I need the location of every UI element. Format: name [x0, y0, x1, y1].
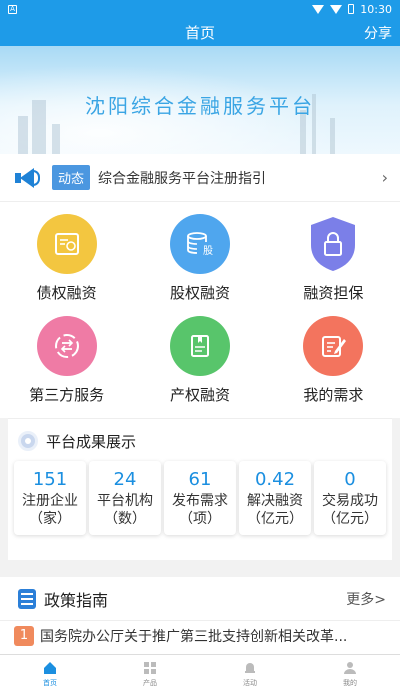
service-label: 股权融资: [169, 284, 230, 302]
equity-icon: 股: [169, 214, 230, 274]
home-icon: [44, 662, 56, 674]
news-ticker[interactable]: 动态 综合金融服务平台注册指引 ›: [0, 154, 400, 202]
service-label: 产权融资: [169, 386, 230, 404]
tab-label: 产品: [143, 679, 157, 687]
service-label: 债权融资: [36, 284, 97, 302]
service-financing-guarantee[interactable]: 融资担保: [267, 214, 400, 316]
hero-banner[interactable]: 沈阳综合金融服务平台: [0, 46, 400, 154]
stat-label: 解决融资: [247, 492, 303, 509]
status-bar: A 10:30: [0, 0, 400, 18]
megaphone-icon: [14, 165, 40, 191]
stat-label: 交易成功: [322, 492, 378, 509]
stat-card: 0 交易成功 （亿元）: [314, 461, 386, 535]
policy-list-item[interactable]: 1 国务院办公厅关于推广第三批支持创新相关改革...: [0, 621, 400, 651]
guarantee-icon: [303, 214, 363, 274]
bell-icon: [245, 663, 255, 673]
tab-home[interactable]: 首页: [0, 655, 100, 690]
news-text: 综合金融服务平台注册指引: [98, 170, 267, 187]
achievements-title: 平台成果展示: [46, 432, 137, 451]
wifi-icon: [312, 4, 325, 14]
signal-icon: [330, 4, 343, 14]
stat-card: 151 注册企业 （家）: [14, 461, 86, 535]
stat-label: 发布需求: [172, 492, 228, 509]
policy-section: 政策指南 更多> 1 国务院办公厅关于推广第三批支持创新相关改革...: [0, 577, 400, 655]
share-button[interactable]: 分享: [364, 23, 392, 43]
tab-label: 首页: [43, 679, 57, 687]
service-property-financing[interactable]: 产权融资: [133, 316, 266, 418]
page-title: 首页: [184, 23, 215, 42]
service-my-demand[interactable]: 我的需求: [267, 316, 400, 418]
services-grid: 债权融资 股 股权融资 融资担保 第三方服务 产权融资 我的需求: [0, 202, 400, 418]
tab-profile[interactable]: 我的: [300, 655, 400, 690]
user-icon: [344, 662, 356, 674]
service-debt-financing[interactable]: 债权融资: [0, 214, 133, 316]
stat-label: 注册企业: [22, 492, 78, 509]
policy-header: 政策指南 更多>: [0, 577, 400, 621]
banner-building: [330, 118, 335, 154]
property-icon: [169, 316, 230, 376]
tab-products[interactable]: 产品: [100, 655, 200, 690]
demand-icon: [303, 316, 364, 376]
list-icon: [18, 588, 36, 609]
stat-unit: （项）: [179, 510, 221, 527]
service-equity-financing[interactable]: 股 股权融资: [133, 214, 266, 316]
clock: 10:30: [360, 2, 392, 16]
grid-icon: [144, 662, 156, 674]
stat-unit: （亿元）: [322, 510, 378, 527]
stat-value: 0: [344, 468, 356, 490]
tab-label: 活动: [243, 679, 257, 687]
service-third-party[interactable]: 第三方服务: [0, 316, 133, 418]
nav-bar: 首页 分享: [0, 18, 400, 46]
service-label: 融资担保: [303, 284, 364, 302]
banner-building: [18, 116, 28, 154]
bottom-tab-bar: 首页 产品 活动 我的: [0, 654, 400, 690]
service-label: 我的需求: [303, 386, 364, 404]
stat-value: 0.42: [254, 468, 296, 490]
notification-icon: A: [8, 4, 17, 14]
stat-unit: （数）: [104, 510, 146, 527]
battery-icon: [348, 4, 355, 14]
index-badge: 1: [14, 626, 34, 646]
third-party-icon: [36, 316, 97, 376]
stat-value: 24: [113, 468, 137, 490]
stat-value: 151: [32, 468, 68, 490]
status-right: 10:30: [312, 3, 392, 16]
achievements-header: 平台成果展示: [8, 423, 392, 459]
news-tag: 动态: [52, 165, 91, 190]
stat-unit: （家）: [29, 510, 71, 527]
more-link[interactable]: 更多>: [346, 589, 386, 609]
tab-label: 我的: [343, 679, 357, 687]
service-label: 第三方服务: [29, 386, 105, 404]
banner-title: 沈阳综合金融服务平台: [85, 94, 315, 118]
stat-unit: （亿元）: [247, 510, 303, 527]
stat-card: 61 发布需求 （项）: [164, 461, 236, 535]
policy-item-title: 国务院办公厅关于推广第三批支持创新相关改革...: [40, 629, 348, 645]
stats-row: 151 注册企业 （家） 24 平台机构 （数） 61 发布需求 （项） 0.4…: [8, 459, 392, 535]
medal-icon: [18, 431, 38, 451]
policy-title: 政策指南: [44, 590, 109, 610]
tab-activities[interactable]: 活动: [200, 655, 300, 690]
stat-value: 61: [188, 468, 212, 490]
stat-label: 平台机构: [97, 492, 153, 509]
equity-glyph: 股: [203, 245, 213, 257]
chevron-right-icon: ›: [381, 168, 388, 187]
debt-icon: [36, 214, 97, 274]
stat-card: 24 平台机构 （数）: [89, 461, 161, 535]
achievements-section: 平台成果展示 151 注册企业 （家） 24 平台机构 （数） 61 发布需求 …: [8, 418, 392, 560]
banner-building: [52, 124, 60, 154]
stat-card: 0.42 解决融资 （亿元）: [239, 461, 311, 535]
